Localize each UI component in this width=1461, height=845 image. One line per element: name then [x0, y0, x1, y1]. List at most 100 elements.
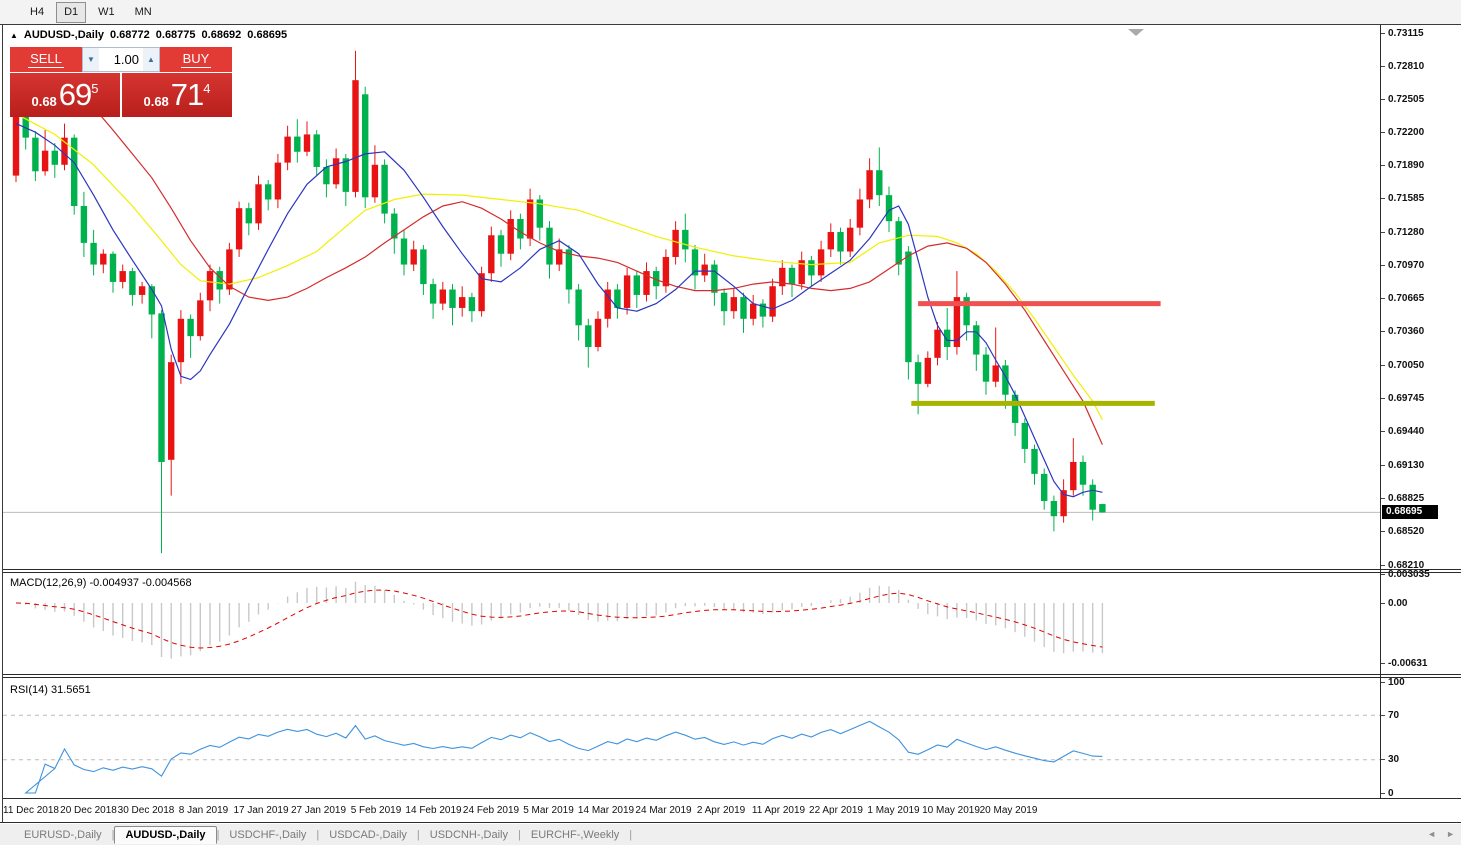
price-tick: 0.72505	[1381, 93, 1424, 105]
date-label: 1 May 2019	[867, 805, 920, 816]
price-tick: 0.71280	[1381, 226, 1424, 238]
price-tick: 0.69440	[1381, 426, 1424, 438]
pane-divider[interactable]	[3, 569, 1461, 570]
date-label: 24 Feb 2019	[462, 805, 520, 816]
date-label: 11 Apr 2019	[751, 805, 806, 816]
buy-button-label: BUY	[180, 51, 212, 68]
date-label: 24 Mar 2019	[635, 805, 692, 816]
timeframe-button-h4[interactable]: H4	[22, 2, 52, 23]
price-tick: 0.70360	[1381, 326, 1424, 338]
chart-tab-eurchfweekly[interactable]: EURCHF-,Weekly	[521, 827, 629, 843]
autoscroll-marker-icon[interactable]	[1128, 29, 1144, 36]
macd-tick: -0.00631	[1381, 657, 1427, 669]
tab-scroll-left-icon[interactable]: ◄	[1427, 829, 1436, 839]
date-label: 14 Feb 2019	[405, 805, 462, 816]
ohlc-close: 0.68695	[247, 29, 288, 41]
chart-tab-audusddaily[interactable]: AUDUSD-,Daily	[114, 825, 217, 844]
one-click-collapse-icon[interactable]: ▲	[10, 31, 18, 40]
ohlc-high: 0.68775	[155, 29, 196, 41]
chart-tabbar: EURUSD-,Daily | AUDUSD-,Daily | USDCHF-,Dail…	[0, 824, 1461, 845]
price-tick: 0.73115	[1381, 27, 1424, 39]
tab-scroll-arrows: ◄ ►	[1427, 829, 1455, 839]
chart-symbol-label: AUDUSD-,Daily	[23, 29, 104, 41]
volume-input[interactable]	[99, 48, 143, 71]
time-axis: 11 Dec 2018 20 Dec 2018 30 Dec 2018 8 Jan 2…	[3, 799, 1380, 822]
rsi-tick: 30	[1381, 754, 1399, 766]
price-tick: 0.69130	[1381, 459, 1424, 471]
macd-tick: 0.00	[1381, 597, 1407, 609]
date-label: 22 Apr 2019	[809, 805, 863, 816]
buy-button[interactable]: BUY	[160, 47, 232, 72]
tab-separator: |	[629, 828, 633, 841]
pane-divider[interactable]	[3, 677, 1461, 678]
chart-canvas[interactable]	[3, 25, 1380, 805]
date-label: 14 Mar 2019	[577, 805, 635, 816]
date-label: 20 May 2019	[979, 805, 1038, 816]
sell-button-label: SELL	[28, 51, 64, 68]
price-tick: 0.71890	[1381, 160, 1424, 172]
terminal-window: H4 D1 W1 MN ▲ AUDUSD-,Daily 0.68772 0.68775…	[0, 0, 1461, 845]
buy-price-sup: 4	[203, 80, 211, 96]
date-label: 17 Jan 2019	[233, 805, 289, 816]
macd-signal-line	[15, 589, 1103, 649]
x-axis-line	[3, 798, 1461, 799]
rsi-line	[24, 720, 1103, 794]
price-tick: 0.70665	[1381, 293, 1424, 305]
price-axis: 0.73115 0.72810 0.72505 0.72200 0.71890 0.715…	[1380, 25, 1461, 799]
date-label: 2 Apr 2019	[696, 805, 746, 816]
rsi-label: RSI(14)	[10, 684, 48, 696]
chart-tab-usdchfdaily[interactable]: USDCHF-,Daily	[219, 827, 316, 843]
volume-spinner: ▼ ▲	[82, 47, 160, 72]
date-label: 8 Jan 2019	[178, 805, 229, 816]
sell-button[interactable]: SELL	[10, 47, 82, 72]
buy-price-big: 71	[170, 77, 204, 112]
timeframe-button-d1[interactable]: D1	[56, 1, 87, 23]
timeframe-button-w1[interactable]: W1	[90, 2, 123, 23]
macd-pane-title: MACD(12,26,9) -0.004937 -0.004568	[10, 577, 192, 589]
pane-divider[interactable]	[3, 674, 1461, 675]
ma-fast-blue	[15, 123, 1103, 498]
date-label: 5 Mar 2019	[523, 805, 574, 816]
tab-scroll-right-icon[interactable]: ►	[1446, 829, 1455, 839]
chart-tab-usdcaddaily[interactable]: USDCAD-,Daily	[319, 827, 417, 843]
current-price-badge: 0.68695	[1382, 505, 1438, 520]
timeframe-toolbar: H4 D1 W1 MN	[0, 0, 1461, 25]
price-tick: 0.69745	[1381, 393, 1424, 405]
rsi-pane-title: RSI(14) 31.5651	[10, 684, 91, 696]
price-tick: 0.70970	[1381, 260, 1424, 272]
date-label: 11 Dec 2018	[3, 805, 59, 816]
sell-price-box[interactable]: 0.68 69 5	[10, 73, 120, 117]
rsi-tick: 70	[1381, 709, 1399, 721]
chart-header: ▲ AUDUSD-,Daily 0.68772 0.68775 0.68692 …	[10, 29, 287, 41]
rsi-value: 31.5651	[50, 684, 91, 696]
date-label: 30 Dec 2018	[117, 805, 175, 816]
chart-tab-eurusddaily[interactable]: EURUSD-,Daily	[14, 827, 112, 843]
chart-tab-usdcnhdaily[interactable]: USDCNH-,Daily	[420, 827, 518, 843]
macd-histogram	[25, 581, 1104, 659]
timeframe-button-mn[interactable]: MN	[127, 2, 160, 23]
date-label: 5 Feb 2019	[350, 805, 402, 816]
price-tick: 0.72200	[1381, 126, 1424, 138]
sell-price-big: 69	[58, 77, 92, 112]
sell-price-sup: 5	[91, 80, 99, 96]
price-tick: 0.72810	[1381, 60, 1424, 72]
volume-increase-button[interactable]: ▲	[143, 48, 159, 71]
volume-decrease-button[interactable]: ▼	[83, 48, 99, 71]
one-click-trade-panel: SELL ▼ ▲ BUY 0.68 69 5 0.68 71 4	[10, 47, 232, 117]
date-label: 27 Jan 2019	[290, 805, 347, 816]
price-tick: 0.71585	[1381, 193, 1424, 205]
tabbar-top-line	[0, 822, 1461, 823]
price-tick: 0.70050	[1381, 359, 1424, 371]
ohlc-low: 0.68692	[201, 29, 242, 41]
date-label: 10 May 2019	[922, 805, 980, 816]
buy-price-box[interactable]: 0.68 71 4	[122, 73, 232, 117]
macd-values: -0.004937 -0.004568	[89, 577, 192, 589]
price-tick: 0.68825	[1381, 492, 1424, 504]
date-label: 20 Dec 2018	[60, 805, 117, 816]
ohlc-open: 0.68772	[110, 29, 150, 41]
pane-divider[interactable]	[3, 572, 1461, 573]
sell-price-small: 0.68	[31, 93, 57, 109]
macd-label: MACD(12,26,9)	[10, 577, 87, 589]
price-tick: 0.68520	[1381, 525, 1424, 537]
buy-price-small: 0.68	[143, 93, 169, 109]
